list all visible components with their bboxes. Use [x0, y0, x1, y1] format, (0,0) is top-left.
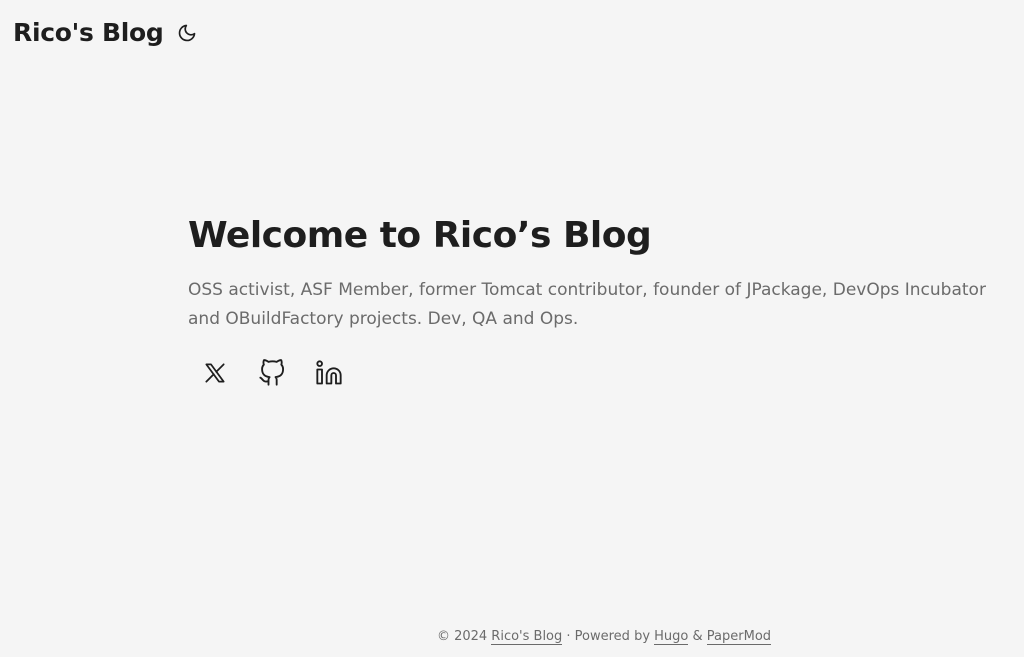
hugo-link[interactable]: Hugo: [654, 629, 689, 645]
site-logo-link[interactable]: Rico's Blog: [13, 18, 164, 47]
x-twitter-icon: [205, 363, 225, 383]
theme-toggle-button[interactable]: [175, 21, 199, 45]
linkedin-icon: [316, 360, 342, 385]
moon-icon: [179, 24, 196, 42]
github-link[interactable]: [257, 358, 287, 388]
copyright-text: © 2024: [436, 629, 492, 644]
site-description: OSS activist, ASF Member, former Tomcat …: [188, 280, 986, 329]
ampersand-text: &: [688, 629, 707, 644]
home-info: Welcome to Rico’s Blog OSS activist, ASF…: [188, 212, 1008, 388]
page: Rico's Blog Welcome to Rico’s Blog OSS a…: [0, 0, 1024, 657]
footer-site-link[interactable]: Rico's Blog: [491, 629, 563, 645]
social-icons: [188, 358, 1008, 388]
page-title: Welcome to Rico’s Blog: [188, 215, 652, 256]
github-icon: [259, 359, 285, 386]
site-footer: © 2024 Rico's Blog · Powered by Hugo & P…: [0, 629, 1024, 645]
powered-by-text: · Powered by: [562, 629, 655, 644]
x-twitter-link[interactable]: [200, 358, 230, 388]
papermod-link[interactable]: PaperMod: [706, 629, 772, 645]
linkedin-link[interactable]: [314, 358, 344, 388]
site-header: Rico's Blog: [13, 14, 199, 50]
